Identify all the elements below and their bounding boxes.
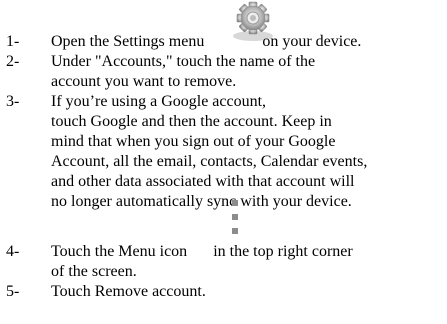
step-text-line: Account, all the email, contacts, Calend… [51,153,368,170]
step-text: Touch Remove account. [51,282,447,302]
step-number: 4- [6,243,20,260]
step-text-part: on your device. [262,33,362,50]
step-number: 1- [6,33,20,50]
step-number: 5- [6,283,20,300]
step-text-part: Touch the Menu icon [51,243,188,260]
step-text-line: and other data associated with that acco… [51,173,355,190]
overflow-menu-icon [232,200,238,234]
step-text-line: of the screen. [51,263,137,280]
step-text: Under "Accounts," touch the name of the … [51,52,447,92]
step-text-line: Touch Remove account. [51,283,206,300]
step-text-line: mind that when you sign out of your Goog… [51,133,336,150]
step-text-line: If you’re using a Google account, [51,93,267,110]
step-number: 2- [6,53,20,70]
step-text-line: account you want to remove. [51,73,237,90]
step-text-part: in the top right corner [213,243,353,260]
step-number: 3- [6,93,20,110]
step-text-line: no longer automatically sync with your d… [51,193,352,210]
step-text-line: touch Google and then the account. Keep … [51,113,332,130]
step-text-line: Under "Accounts," touch the name of the [51,53,316,70]
step-text-part: Open the Settings menu [51,33,205,50]
step-text: Open the Settings menu on your device. [51,32,447,52]
step-text: If you’re using a Google account, touch … [51,92,447,212]
step-text: Touch the Menu icon in the top right cor… [51,242,447,282]
step-text-line: Touch the Menu icon in the top right cor… [51,242,447,262]
